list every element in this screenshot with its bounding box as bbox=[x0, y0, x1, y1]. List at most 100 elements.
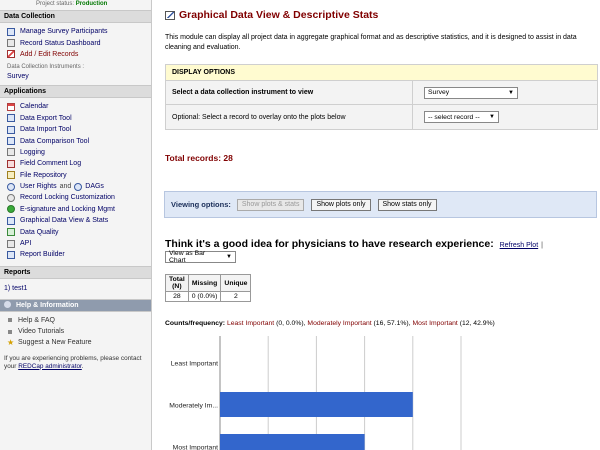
reports-section: 1) test1 bbox=[0, 279, 151, 299]
show-stats-only-button[interactable]: Show stats only bbox=[377, 198, 437, 211]
sidebar-item-manage-survey-participants[interactable]: Manage Survey Participants bbox=[7, 26, 151, 37]
reports-heading: Reports bbox=[0, 265, 151, 279]
sidebar-item-user-rights[interactable]: User Rights and DAGs bbox=[7, 181, 151, 192]
separator: | bbox=[541, 242, 543, 249]
suggest-feature-link[interactable]: ★ Suggest a New Feature bbox=[7, 337, 151, 348]
chart-category-label: Moderately Im... bbox=[169, 403, 218, 410]
record-row: Optional: Select a record to overlay ont… bbox=[166, 105, 597, 129]
sidebar-item-label: Calendar bbox=[20, 103, 49, 111]
stats-value-unique: 2 bbox=[220, 291, 252, 302]
sidebar-item-data-quality[interactable]: Data Quality bbox=[7, 226, 151, 237]
sidebar-item-file-repository[interactable]: File Repository bbox=[7, 170, 151, 181]
sidebar-instrument-survey[interactable]: Survey bbox=[7, 71, 151, 82]
count-detail: (0, 0.0%) bbox=[276, 320, 304, 327]
sidebar-item-data-export[interactable]: Data Export Tool bbox=[7, 113, 151, 124]
sidebar-item-e-signature[interactable]: E-signature and Locking Mgmt bbox=[7, 204, 151, 215]
dags-icon bbox=[74, 182, 83, 191]
question-title: Think it's a good idea for physicians to… bbox=[165, 238, 543, 250]
chevron-down-icon: ▼ bbox=[489, 114, 495, 120]
instrument-select-value: Survey bbox=[428, 89, 450, 96]
bar-chart: Least Important Moderately Im... Most Impo… bbox=[169, 336, 462, 450]
chart-category-label: Least Important bbox=[171, 361, 218, 368]
instrument-select[interactable]: Survey ▼ bbox=[424, 86, 518, 99]
sidebar-item-label: Manage Survey Participants bbox=[20, 28, 108, 36]
view-as-value: View as Bar Chart bbox=[169, 250, 206, 264]
sidebar-item-label: Data Comparison Tool bbox=[20, 137, 90, 145]
record-select-value: -- select record -- bbox=[428, 113, 480, 121]
help-faq-link[interactable]: Help & FAQ bbox=[7, 315, 151, 326]
sidebar-item-calendar[interactable]: Calendar bbox=[7, 101, 151, 112]
sidebar-item-label: Record Status Dashboard bbox=[20, 39, 101, 47]
sidebar-item-data-import[interactable]: Data Import Tool bbox=[7, 124, 151, 135]
data-export-icon bbox=[7, 114, 15, 123]
sidebar-item-label: User Rights bbox=[20, 183, 57, 191]
applications-section: Calendar Data Export Tool Data Import To… bbox=[0, 98, 151, 263]
chevron-down-icon: ▼ bbox=[508, 89, 514, 96]
stats-value-missing: 0 (0.0%) bbox=[187, 291, 222, 302]
show-plots-and-stats-button[interactable]: Show plots & stats bbox=[236, 198, 305, 211]
sidebar-item-add-edit-records[interactable]: Add / Edit Records bbox=[7, 49, 151, 60]
sidebar-item-label: Data Import Tool bbox=[20, 126, 72, 134]
instrument-label: Select a data collection instrument to v… bbox=[166, 81, 413, 104]
sidebar-item-label: Report Builder bbox=[20, 251, 65, 259]
sidebar-item-record-status-dashboard[interactable]: Record Status Dashboard bbox=[7, 37, 151, 48]
video-tutorials-link[interactable]: Video Tutorials bbox=[7, 326, 151, 337]
calendar-icon bbox=[7, 102, 15, 111]
total-records: Total records: 28 bbox=[165, 153, 233, 163]
instruments-label: Data Collection Instruments : bbox=[7, 64, 85, 71]
chart-bar bbox=[220, 434, 365, 450]
sidebar-item-record-locking[interactable]: Record Locking Customization bbox=[7, 192, 151, 203]
stats-value-total: 28 bbox=[165, 291, 189, 302]
add-edit-records-icon bbox=[7, 50, 15, 59]
count-detail: (12, 42.9%) bbox=[459, 320, 495, 327]
show-plots-only-button[interactable]: Show plots only bbox=[311, 198, 371, 211]
and-label: and bbox=[59, 183, 72, 191]
dashboard-icon bbox=[7, 39, 15, 48]
count-category: Moderately Important bbox=[307, 320, 372, 327]
project-status-label: Project status: bbox=[36, 1, 75, 7]
refresh-plot-link[interactable]: Refresh Plot bbox=[500, 242, 539, 249]
sidebar-item-graphical-data[interactable]: Graphical Data View & Stats bbox=[7, 215, 151, 226]
record-select[interactable]: -- select record -- ▼ bbox=[424, 111, 499, 123]
sidebar-item-data-comparison[interactable]: Data Comparison Tool bbox=[7, 135, 151, 146]
help-section: Help & FAQ Video Tutorials ★ Suggest a N… bbox=[0, 312, 151, 352]
sidebar-item-logging[interactable]: Logging bbox=[7, 147, 151, 158]
display-options-heading: DISPLAY OPTIONS bbox=[166, 65, 597, 81]
stats-header-row: Total (N) Missing Unique bbox=[165, 274, 252, 292]
view-as-select[interactable]: View as Bar Chart ▼ bbox=[165, 250, 236, 264]
count-category: Most Important bbox=[412, 320, 458, 327]
page-title-text: Graphical Data View & Descriptive Stats bbox=[179, 9, 379, 21]
sidebar-item-label: API bbox=[20, 240, 32, 248]
sidebar-item-label: Data Export Tool bbox=[20, 114, 72, 122]
count-detail: (16, 57.1%) bbox=[373, 320, 409, 327]
sidebar-item-label: Data Quality bbox=[20, 228, 59, 236]
applications-heading: Applications bbox=[0, 85, 151, 99]
user-rights-icon bbox=[7, 182, 15, 191]
sidebar-item-dags[interactable]: DAGs bbox=[85, 183, 104, 190]
help-note: If you are experiencing problems, please… bbox=[0, 352, 151, 371]
bullet-icon bbox=[8, 318, 12, 323]
stats-table: Total (N) Missing Unique 28 0 (0.0%) 2 bbox=[165, 274, 252, 302]
viewing-options-bar: Viewing options: Show plots & stats Show… bbox=[164, 191, 597, 218]
sidebar-item-label: Record Locking Customization bbox=[20, 194, 115, 202]
sidebar-item-label: E-signature and Locking Mgmt bbox=[20, 205, 115, 213]
data-collection-heading: Data Collection bbox=[0, 10, 151, 23]
admin-link[interactable]: REDCap administrator bbox=[18, 363, 82, 370]
file-repository-icon bbox=[7, 171, 15, 180]
data-collection-section: Manage Survey Participants Record Status… bbox=[0, 23, 151, 85]
count-category: Least Important bbox=[226, 320, 275, 327]
question-title-text: Think it's a good idea for physicians to… bbox=[165, 238, 494, 250]
e-signature-icon bbox=[7, 205, 15, 214]
sidebar-item-api[interactable]: API bbox=[7, 238, 151, 249]
main-content: Graphical Data View & Descriptive Stats … bbox=[164, 0, 600, 450]
counts-frequency: Counts/frequency: Least Important (0, 0.… bbox=[165, 320, 495, 327]
data-import-icon bbox=[7, 125, 15, 134]
star-icon: ★ bbox=[7, 338, 15, 348]
intro-text: This module can display all project data… bbox=[165, 34, 577, 51]
report-item[interactable]: 1) test1 bbox=[4, 282, 151, 296]
sidebar-item-label: File Repository bbox=[20, 171, 67, 179]
help-item-label: Video Tutorials bbox=[18, 328, 65, 336]
display-options-panel: DISPLAY OPTIONS Select a data collection… bbox=[165, 64, 598, 130]
sidebar-item-field-comment-log[interactable]: Field Comment Log bbox=[7, 158, 151, 169]
sidebar-item-report-builder[interactable]: Report Builder bbox=[7, 249, 151, 260]
